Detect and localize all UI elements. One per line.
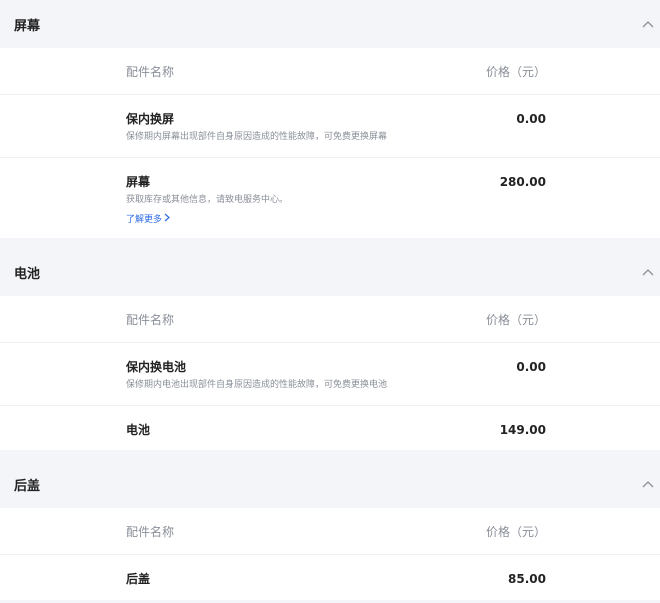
learn-more-link[interactable]: 了解更多 [126, 212, 170, 225]
part-price: 0.00 [516, 112, 546, 126]
table-row: 保内换电池 保修期内电池出现部件自身原因造成的性能故障，可免费更换电池 0.00 [0, 343, 660, 406]
column-header-price: 价格（元） [485, 312, 546, 327]
table-header: 配件名称 价格（元） [0, 508, 660, 555]
section-header-battery[interactable]: 电池 [0, 248, 660, 296]
part-name: 保内换屏 [126, 112, 175, 126]
column-header-name: 配件名称 [126, 524, 175, 539]
table-header: 配件名称 价格（元） [0, 296, 660, 343]
section-title: 电池 [14, 266, 41, 282]
column-header-name: 配件名称 [126, 64, 175, 79]
part-name: 屏幕 [126, 175, 151, 189]
part-price: 149.00 [499, 423, 546, 437]
column-header-price: 价格（元） [485, 64, 546, 79]
chevron-up-icon[interactable] [641, 265, 655, 279]
section-screen: 屏幕 配件名称 价格（元） 保内换屏 保修期内屏幕出现部件自身原因造成的性能故障… [0, 0, 660, 238]
part-name: 保内换电池 [126, 360, 187, 374]
section-battery: 电池 配件名称 价格（元） 保内换电池 保修期内电池出现部件自身原因造成的性能故… [0, 248, 660, 450]
section-header-screen[interactable]: 屏幕 [0, 0, 660, 48]
section-header-back-cover[interactable]: 后盖 [0, 460, 660, 508]
part-description: 保修期内屏幕出现部件自身原因造成的性能故障，可免费更换屏幕 [126, 132, 388, 142]
column-header-price: 价格（元） [485, 524, 546, 539]
chevron-up-icon[interactable] [641, 17, 655, 31]
table-row: 电池 149.00 [0, 406, 660, 450]
part-name: 电池 [126, 423, 151, 437]
table-row: 屏幕 获取库存或其他信息，请致电服务中心。 了解更多 280.00 [0, 158, 660, 238]
section-title: 屏幕 [14, 18, 41, 34]
page: 屏幕 配件名称 价格（元） 保内换屏 保修期内屏幕出现部件自身原因造成的性能故障… [0, 0, 660, 600]
row-info: 保内换屏 保修期内屏幕出现部件自身原因造成的性能故障，可免费更换屏幕 [126, 111, 387, 144]
part-name: 后盖 [126, 572, 151, 586]
chevron-right-icon [164, 213, 170, 225]
row-info: 保内换电池 保修期内电池出现部件自身原因造成的性能故障，可免费更换电池 [126, 359, 387, 392]
section-title: 后盖 [14, 478, 41, 494]
learn-more-label: 了解更多 [126, 215, 163, 225]
table-row: 保内换屏 保修期内屏幕出现部件自身原因造成的性能故障，可免费更换屏幕 0.00 [0, 95, 660, 158]
part-description: 保修期内电池出现部件自身原因造成的性能故障，可免费更换电池 [126, 380, 388, 390]
column-header-name: 配件名称 [126, 312, 175, 327]
section-back-cover: 后盖 配件名称 价格（元） 后盖 85.00 [0, 460, 660, 600]
part-description: 获取库存或其他信息，请致电服务中心。 [126, 195, 289, 205]
part-price: 280.00 [499, 175, 546, 189]
part-price: 0.00 [516, 360, 546, 374]
part-price: 85.00 [508, 572, 546, 586]
table-row: 后盖 85.00 [0, 555, 660, 600]
row-info: 屏幕 获取库存或其他信息，请致电服务中心。 了解更多 [126, 174, 288, 226]
chevron-up-icon[interactable] [641, 477, 655, 491]
table-header: 配件名称 价格（元） [0, 48, 660, 95]
